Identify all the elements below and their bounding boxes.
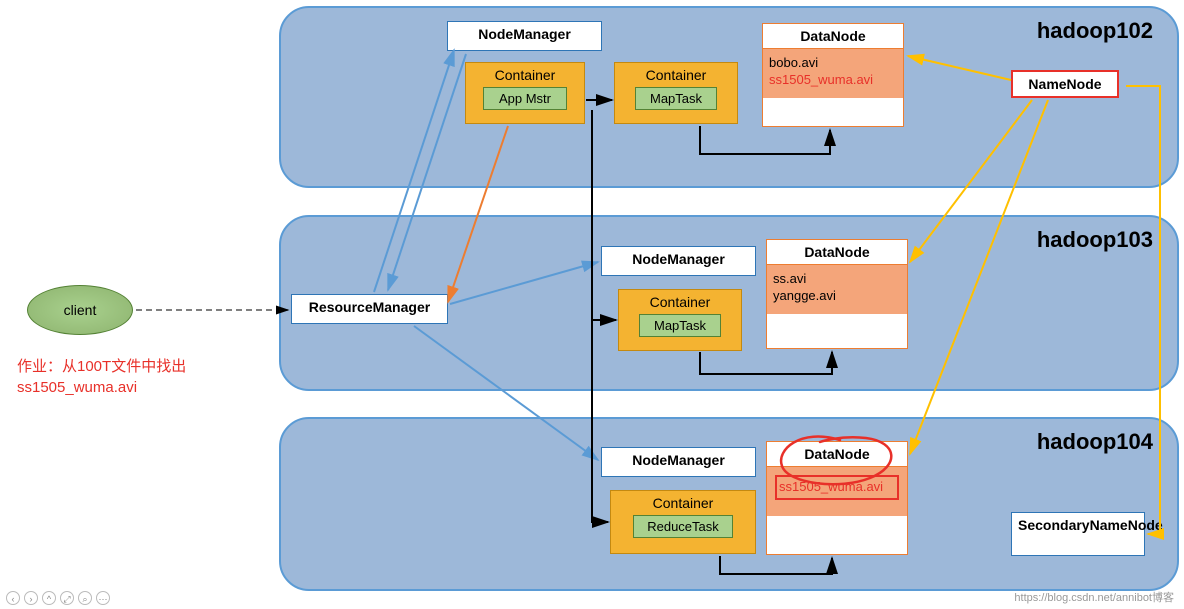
client-label: client	[64, 302, 97, 318]
node-manager-103-label: NodeManager	[632, 251, 725, 267]
container-rt-title: Container	[611, 491, 755, 513]
namenode-label: NameNode	[1028, 76, 1101, 92]
datanode-102-title: DataNode	[763, 24, 903, 48]
app-mstr: App Mstr	[483, 87, 567, 110]
node-manager-102: NodeManager	[447, 21, 602, 51]
namenode: NameNode	[1011, 70, 1119, 98]
dn103-file-1: ss.avi	[773, 271, 806, 286]
maptask-102: MapTask	[635, 87, 717, 110]
task-annotation: 作业：从100T文件中找出 ss1505_wuma.avi	[17, 356, 186, 398]
container-appmstr-title: Container	[466, 63, 584, 85]
datanode-102: DataNode bobo.avi ss1505_wuma.avi	[762, 23, 904, 127]
footer-icon-zoom[interactable]: ⌕	[78, 591, 92, 605]
footer-icon-more[interactable]: ⋯	[96, 591, 110, 605]
maptask-103: MapTask	[639, 314, 721, 337]
datanode-103: DataNode ss.avi yangge.avi	[766, 239, 908, 349]
resource-manager-label: ResourceManager	[309, 299, 430, 315]
cluster-title-104: hadoop104	[1037, 429, 1153, 455]
container-reducetask: Container ReduceTask	[610, 490, 756, 554]
resource-manager: ResourceManager	[291, 294, 448, 324]
reducetask: ReduceTask	[633, 515, 733, 538]
footer-icon-full[interactable]: ⤢	[60, 591, 74, 605]
footer-icon-next[interactable]: ›	[24, 591, 38, 605]
node-manager-104-label: NodeManager	[632, 452, 725, 468]
secondary-namenode: SecondaryNameNode	[1011, 512, 1145, 556]
task-note-l1: 作业：从100T文件中找出	[17, 358, 186, 375]
container-mt103-title: Container	[619, 290, 741, 312]
datanode-103-title: DataNode	[767, 240, 907, 264]
container-appmstr: Container App Mstr	[465, 62, 585, 124]
cluster-title-102: hadoop102	[1037, 18, 1153, 44]
task-note-l2: ss1505_wuma.avi	[17, 379, 137, 396]
dn102-file-1: bobo.avi	[769, 55, 818, 70]
container-maptask-103: Container MapTask	[618, 289, 742, 351]
client-node: client	[27, 285, 133, 335]
dn102-file-highlight: ss1505_wuma.avi	[769, 72, 873, 87]
container-mt102-title: Container	[615, 63, 737, 85]
node-manager-104: NodeManager	[601, 447, 756, 477]
watermark: https://blog.csdn.net/annibot博客	[1014, 589, 1174, 605]
footer-icon-up[interactable]: ^	[42, 591, 56, 605]
node-manager-103: NodeManager	[601, 246, 756, 276]
cluster-title-103: hadoop103	[1037, 227, 1153, 253]
node-manager-102-label: NodeManager	[478, 26, 571, 42]
footer-nav-icons: ‹ › ^ ⤢ ⌕ ⋯	[6, 591, 110, 605]
dn103-file-2: yangge.avi	[773, 288, 836, 303]
secondary-namenode-label: SecondaryNameNode	[1018, 517, 1163, 533]
scribble-circle	[770, 432, 912, 490]
footer-icon-prev[interactable]: ‹	[6, 591, 20, 605]
container-maptask-102: Container MapTask	[614, 62, 738, 124]
